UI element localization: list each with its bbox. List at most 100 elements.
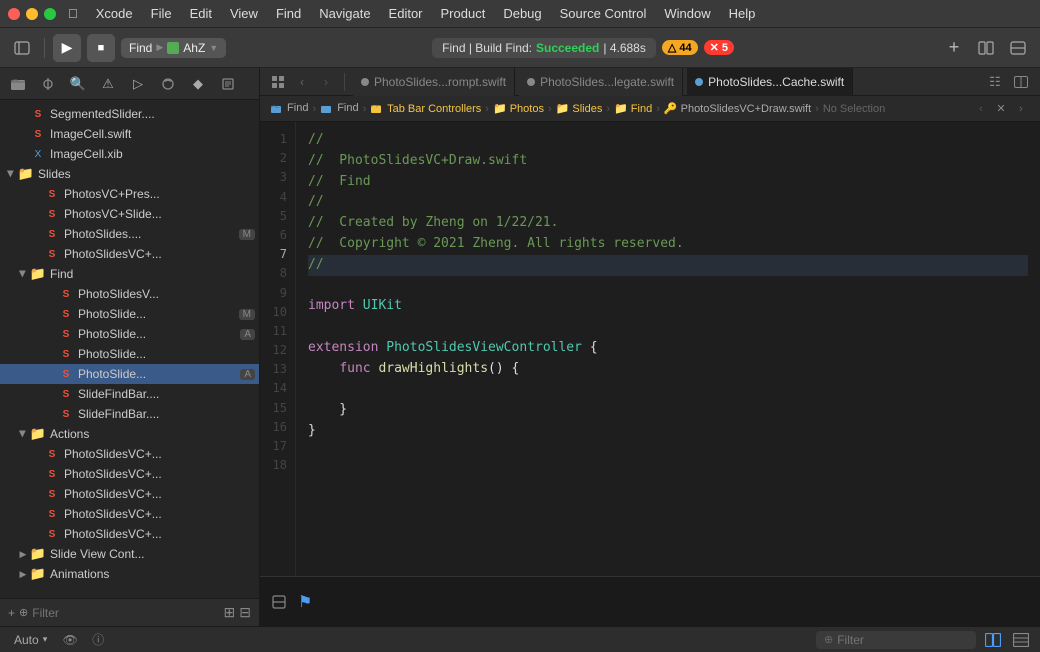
menu-file[interactable]: File: [143, 4, 180, 23]
stop-button[interactable]: ■: [87, 34, 115, 62]
tree-item-actions-folder[interactable]: ▶ 📁 Actions: [0, 424, 259, 444]
view-toggle-1[interactable]: [982, 629, 1004, 651]
tree-item-action-1[interactable]: S PhotoSlidesVC+...: [0, 444, 259, 464]
arrow-icon: [44, 367, 58, 381]
tree-item-photoslidesvc[interactable]: S PhotoSlidesVC+...: [0, 244, 259, 264]
view-toggle-2[interactable]: [1010, 629, 1032, 651]
arrow-icon: [30, 487, 44, 501]
menu-product[interactable]: Product: [433, 4, 494, 23]
line-num: 13: [260, 360, 295, 379]
tree-item-photoslide-a2[interactable]: S PhotoSlide... A: [0, 364, 259, 384]
tree-item-photoslidesv[interactable]: S PhotoSlidesV...: [0, 284, 259, 304]
tree-item-photoslide-a1[interactable]: S PhotoSlide... A: [0, 324, 259, 344]
sidebar-config-button[interactable]: ⊟: [239, 604, 251, 621]
menu-help[interactable]: Help: [721, 4, 764, 23]
tree-item-slideviewcont[interactable]: ▶ 📁 Slide View Cont...: [0, 544, 259, 564]
swift-file-icon: S: [30, 126, 46, 142]
tree-item-imagecell-xib[interactable]: X ImageCell.xib: [0, 144, 259, 164]
output-expand-button[interactable]: [268, 591, 290, 613]
tree-item-label: Slide View Cont...: [50, 547, 255, 561]
tree-item-photoslides-m[interactable]: S PhotoSlides.... M: [0, 224, 259, 244]
editor-grid-button[interactable]: [268, 72, 288, 92]
arrow-icon: [30, 507, 44, 521]
folder-icon: 📁: [30, 426, 46, 442]
breadcrumb-back[interactable]: ‹: [972, 100, 990, 118]
editor-tab-1[interactable]: PhotoSlides...rompt.swift: [353, 68, 515, 96]
minimize-button[interactable]: [26, 8, 38, 20]
info-button[interactable]: ⓘ: [87, 629, 109, 651]
nav-forward-button[interactable]: ›: [316, 72, 336, 92]
tree-item-slidefindbar2[interactable]: S SlideFindBar....: [0, 404, 259, 424]
tree-item-animations[interactable]: ▶ 📁 Animations: [0, 564, 259, 584]
tree-item-photoslide-2[interactable]: S PhotoSlide...: [0, 344, 259, 364]
scheme-selector[interactable]: Find ▶ AhZ ▼: [121, 38, 226, 58]
tree-item-action-3[interactable]: S PhotoSlidesVC+...: [0, 484, 259, 504]
sidebar-icon-debug[interactable]: [154, 71, 182, 97]
tree-item-slidefindbar1[interactable]: S SlideFindBar....: [0, 384, 259, 404]
menu-view[interactable]: View: [222, 4, 266, 23]
tree-item-slides-folder[interactable]: ▶ 📁 Slides: [0, 164, 259, 184]
menu-editor[interactable]: Editor: [381, 4, 431, 23]
tree-item-label: PhotoSlide...: [78, 347, 255, 361]
code-content[interactable]: // // PhotoSlidesVC+Draw.swift // Find /…: [296, 122, 1040, 576]
tree-item-photosvc-pres[interactable]: S PhotosVC+Pres...: [0, 184, 259, 204]
breadcrumb-slides[interactable]: 📁 Slides: [556, 102, 603, 115]
filter-field[interactable]: [837, 633, 968, 647]
menu-navigate[interactable]: Navigate: [311, 4, 378, 23]
editor-view-toggle[interactable]: ☷: [984, 71, 1006, 93]
add-button[interactable]: +: [940, 34, 968, 62]
breadcrumb-find-3[interactable]: 📁 Find: [614, 102, 652, 115]
tree-item-segmented[interactable]: S SegmentedSlider....: [0, 104, 259, 124]
menu-window[interactable]: Window: [656, 4, 718, 23]
tree-item-action-5[interactable]: S PhotoSlidesVC+...: [0, 524, 259, 544]
editor-split-button[interactable]: [1010, 71, 1032, 93]
maximize-button[interactable]: [44, 8, 56, 20]
sidebar-icon-vcs[interactable]: [34, 71, 62, 97]
sidebar-icon-breakpoints[interactable]: ◆: [184, 71, 212, 97]
sidebar-icon-folder[interactable]: [4, 71, 32, 97]
breadcrumb-forward[interactable]: ›: [1012, 100, 1030, 118]
menu-source-control[interactable]: Source Control: [552, 4, 655, 23]
menu-apple[interactable]: : [60, 4, 86, 23]
editor-tab-3[interactable]: PhotoSlides...Cache.swift: [687, 68, 853, 96]
tree-item-label: PhotoSlide...: [78, 307, 235, 321]
filter-input[interactable]: [32, 606, 219, 620]
auto-selector[interactable]: Auto ▾: [8, 631, 53, 649]
breadcrumb-find-2[interactable]: Find: [320, 102, 358, 114]
menu-edit[interactable]: Edit: [182, 4, 220, 23]
breadcrumb-photos[interactable]: 📁 Photos: [493, 102, 544, 115]
tree-item-action-2[interactable]: S PhotoSlidesVC+...: [0, 464, 259, 484]
layout-button[interactable]: [1004, 34, 1032, 62]
sidebar-icon-issues[interactable]: ⚠: [94, 71, 122, 97]
breadcrumb-file[interactable]: 🔑 PhotoSlidesVC+Draw.swift: [664, 102, 811, 115]
add-item-button[interactable]: +: [8, 606, 15, 620]
arrow-icon: [16, 107, 30, 121]
breadcrumb-tab-bar[interactable]: Tab Bar Controllers: [370, 103, 481, 115]
arrow-icon: [44, 407, 58, 421]
sidebar-layout-button[interactable]: ⊞: [224, 604, 236, 621]
sidebar-toggle-button[interactable]: [8, 34, 36, 62]
split-editor-button[interactable]: [972, 34, 1000, 62]
nav-back-button[interactable]: ‹: [292, 72, 312, 92]
code-line: // Find: [308, 172, 1028, 193]
menu-find[interactable]: Find: [268, 4, 309, 23]
run-button[interactable]: ▶: [53, 34, 81, 62]
arrow-icon: [30, 187, 44, 201]
sidebar-icon-search[interactable]: 🔍: [64, 71, 92, 97]
tree-item-imagecell-swift[interactable]: S ImageCell.swift: [0, 124, 259, 144]
menu-debug[interactable]: Debug: [495, 4, 549, 23]
breadcrumb-selection[interactable]: No Selection: [823, 103, 885, 115]
show-hide-button[interactable]: 👁: [59, 629, 81, 651]
sidebar-icon-test[interactable]: ▷: [124, 71, 152, 97]
menu-xcode[interactable]: Xcode: [88, 4, 141, 23]
breadcrumb-find-root[interactable]: Find: [270, 102, 308, 114]
tree-item-find-folder[interactable]: ▶ 📁 Find: [0, 264, 259, 284]
sidebar-icon-reports[interactable]: [214, 71, 242, 97]
breadcrumb-error-1[interactable]: ✕: [992, 100, 1010, 118]
editor-tab-2[interactable]: PhotoSlides...legate.swift: [519, 68, 683, 96]
close-button[interactable]: [8, 8, 20, 20]
line-num: 15: [260, 399, 295, 418]
tree-item-photosvc-slide[interactable]: S PhotosVC+Slide...: [0, 204, 259, 224]
tree-item-photoslide-m[interactable]: S PhotoSlide... M: [0, 304, 259, 324]
tree-item-action-4[interactable]: S PhotoSlidesVC+...: [0, 504, 259, 524]
